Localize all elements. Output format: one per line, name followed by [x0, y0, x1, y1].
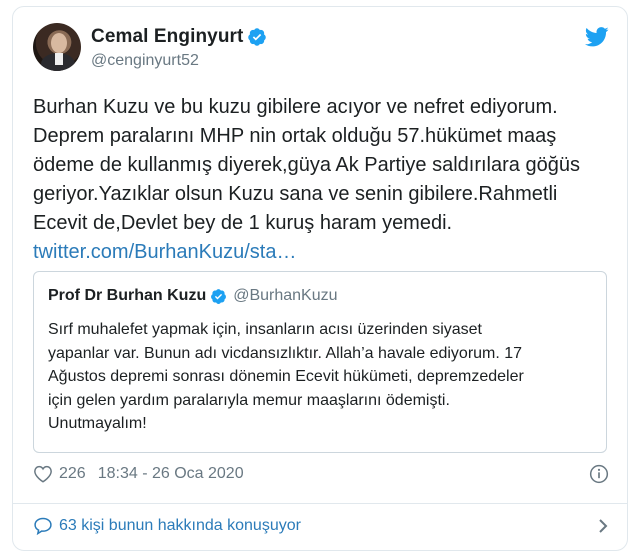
tweet-line: geriyor.Yazıklar olsun Kuzu sana ve seni…: [33, 183, 558, 205]
author-avatar[interactable]: [33, 23, 81, 71]
twitter-bird-icon[interactable]: [585, 27, 609, 47]
quoted-author-handle[interactable]: @BurhanKuzu: [233, 287, 337, 305]
author-name-block[interactable]: Cemal Enginyurt @cenginyurt52: [91, 25, 267, 70]
quoted-author-name[interactable]: Prof Dr Burhan Kuzu: [48, 287, 206, 305]
quoted-line: için gelen yardım paralarıyla memur maaş…: [48, 391, 450, 409]
verified-badge-icon: [248, 28, 267, 46]
tweet-meta: 226 18:34 - 26 Oca 2020: [33, 459, 609, 489]
divider: [13, 503, 627, 504]
like-count[interactable]: 226: [59, 465, 86, 483]
speech-bubble-icon: [34, 517, 52, 536]
quoted-line: yapanlar var. Bunun adı vicdansızlıktır.…: [48, 344, 523, 362]
quoted-line: Unutmayalım!: [48, 415, 147, 432]
tweet-timestamp[interactable]: 18:34 - 26 Oca 2020: [98, 465, 244, 483]
quoted-line: Ağustos depremi sonrası dönemin Ecevit h…: [48, 368, 524, 385]
tweet-line: ödeme de kullanmış diyerek,güya Ak Parti…: [33, 154, 580, 176]
tweet-link[interactable]: twitter.com/BurhanKuzu/sta…: [33, 238, 613, 267]
quoted-tweet-body: Sırf muhalefet yapmak için, insanların a…: [48, 318, 593, 436]
info-icon[interactable]: [589, 464, 609, 484]
quoted-tweet[interactable]: Prof Dr Burhan Kuzu @BurhanKuzu Sırf muh…: [33, 271, 607, 453]
quoted-tweet-header: Prof Dr Burhan Kuzu @BurhanKuzu: [48, 285, 338, 307]
author-handle[interactable]: @cenginyurt52: [91, 52, 267, 70]
chevron-right-icon[interactable]: [597, 518, 609, 534]
quoted-line: Sırf muhalefet yapmak için, insanların a…: [48, 321, 482, 338]
conversation-link[interactable]: 63 kişi bunun hakkında konuşuyor: [59, 517, 301, 535]
tweet-line: Ecevit de,Devlet bey de 1 kuruş haram ye…: [33, 212, 453, 234]
tweet-body: Burhan Kuzu ve bu kuzu gibilere acıyor v…: [33, 93, 613, 267]
author-display-name[interactable]: Cemal Enginyurt: [91, 26, 243, 48]
tweet-line: Deprem paralarını MHP nin ortak olduğu 5…: [33, 125, 557, 147]
heart-icon[interactable]: [33, 465, 53, 483]
verified-badge-icon: [211, 288, 227, 304]
conversation-footer[interactable]: 63 kişi bunun hakkında konuşuyor: [33, 509, 609, 543]
tweet-line: Burhan Kuzu ve bu kuzu gibilere acıyor v…: [33, 96, 558, 118]
tweet-header: Cemal Enginyurt @cenginyurt52: [33, 23, 609, 75]
tweet-card: Cemal Enginyurt @cenginyurt52 Burhan Kuz…: [12, 6, 628, 551]
